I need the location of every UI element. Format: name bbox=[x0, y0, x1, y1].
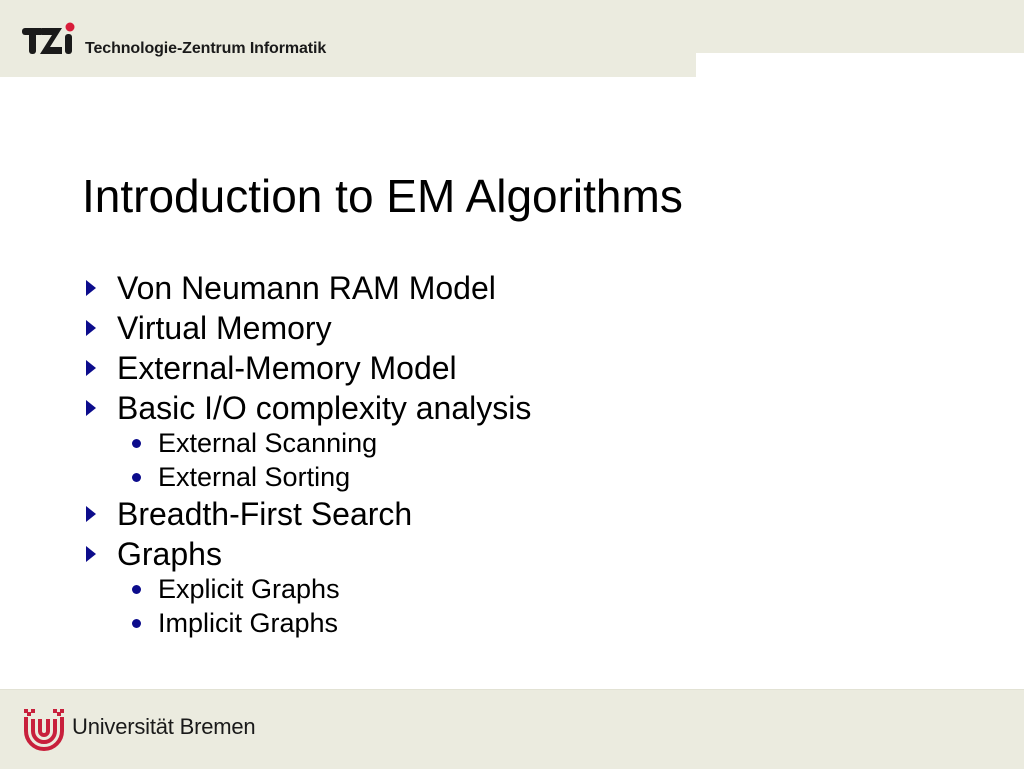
sub-bullet-item: External Sorting bbox=[82, 460, 531, 494]
institution-name: Technologie-Zentrum Informatik bbox=[85, 40, 327, 57]
triangle-bullet-icon bbox=[86, 400, 96, 416]
dot-bullet-icon bbox=[132, 473, 141, 482]
header-band-right bbox=[696, 0, 1024, 53]
triangle-bullet-icon bbox=[86, 546, 96, 562]
bullet-text: Von Neumann RAM Model bbox=[117, 270, 496, 306]
sub-bullet-item: External Scanning bbox=[82, 426, 531, 460]
uni-bremen-logo-icon bbox=[24, 709, 64, 751]
sub-bullet-text: External Scanning bbox=[158, 428, 378, 458]
bullet-item: Breadth-First Search bbox=[82, 494, 531, 534]
triangle-bullet-icon bbox=[86, 360, 96, 376]
sub-bullet-item: Implicit Graphs bbox=[82, 606, 531, 640]
bullet-text: Basic I/O complexity analysis bbox=[117, 390, 532, 426]
bullet-text: External-Memory Model bbox=[117, 350, 457, 386]
slide-title: Introduction to EM Algorithms bbox=[82, 170, 683, 222]
sub-bullet-text: Implicit Graphs bbox=[158, 608, 339, 638]
bullet-list: Von Neumann RAM Model Virtual Memory Ext… bbox=[82, 268, 531, 640]
bullet-text: Breadth-First Search bbox=[117, 496, 413, 532]
dot-bullet-icon bbox=[132, 585, 141, 594]
triangle-bullet-icon bbox=[86, 320, 96, 336]
bullet-item: Basic I/O complexity analysis bbox=[82, 388, 531, 428]
bullet-item: Graphs bbox=[82, 534, 531, 574]
triangle-bullet-icon bbox=[86, 280, 96, 296]
triangle-bullet-icon bbox=[86, 506, 96, 522]
bullet-text: Graphs bbox=[117, 536, 222, 572]
sub-bullet-text: External Sorting bbox=[158, 462, 351, 492]
bullet-item: Virtual Memory bbox=[82, 308, 531, 348]
tzi-logo-icon bbox=[22, 22, 75, 54]
bullet-item: External-Memory Model bbox=[82, 348, 531, 388]
university-name: Universität Bremen bbox=[72, 714, 256, 739]
dot-bullet-icon bbox=[132, 439, 141, 448]
bullet-text: Virtual Memory bbox=[117, 310, 332, 346]
sub-bullet-item: Explicit Graphs bbox=[82, 572, 531, 606]
header-band bbox=[0, 0, 696, 77]
sub-bullet-text: Explicit Graphs bbox=[158, 574, 340, 604]
dot-bullet-icon bbox=[132, 619, 141, 628]
bullet-item: Von Neumann RAM Model bbox=[82, 268, 531, 308]
